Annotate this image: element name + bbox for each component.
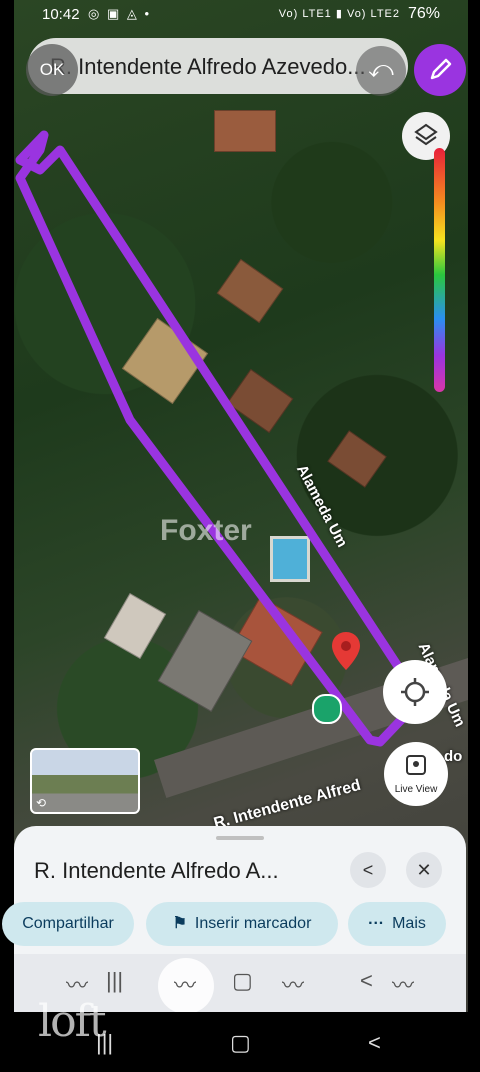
battery-level: 76% [407,5,440,22]
place-marker-icon[interactable] [312,694,342,724]
back-button[interactable]: < [368,1030,381,1056]
screen: Foxter Alameda Um Alameda Um R. Intenden… [0,0,480,1072]
street-view-thumbnail[interactable]: ⟲ [30,748,140,814]
clock: 10:42 [42,6,80,23]
close-button[interactable]: ✕ [406,852,442,888]
more-icon: ··· [368,915,385,932]
share-icon: < [362,860,374,880]
edit-button[interactable] [414,44,466,96]
pencil-icon [430,58,452,80]
chip-label: Mais [392,915,426,932]
home-button[interactable]: ▢ [230,1030,251,1056]
live-view-button[interactable]: Live View [384,742,448,806]
chip-label: Inserir marcador [194,915,312,932]
more-chip[interactable]: ··· Mais [348,902,446,946]
chip-label: Compartilhar [22,915,114,932]
share-button[interactable]: < [350,852,386,888]
place-bottom-sheet[interactable]: R. Intendente Alfredo A... < ✕ Compartil… [2,826,466,1014]
location-pin-icon[interactable] [332,632,360,670]
back-icon[interactable]: < [360,968,373,994]
flag-icon: ⚑ [172,915,187,932]
live-view-icon [406,755,426,775]
undo-icon: ⤺ [368,56,394,83]
loft-logo: loft [38,996,107,1047]
ok-button[interactable]: OK [26,44,78,96]
status-bar: 10:42 ◎ ▣ ◬ • Vo) LTE1 ▮ Vo) LTE2 76% [0,0,480,32]
rotate-360-icon: ⟲ [36,796,47,810]
recent-apps-icon[interactable]: ||| [106,968,123,994]
close-icon: ✕ [416,860,432,880]
drag-handle[interactable] [216,836,264,840]
signal-icon: Vo) LTE1 ▮ Vo) LTE2 [278,8,400,20]
share-chip[interactable]: Compartilhar [2,902,134,946]
squiggle-icon: 〰 [282,973,305,998]
live-view-label: Live View [394,784,438,795]
watermark: Foxter [160,514,252,547]
color-picker-slider[interactable] [434,148,445,392]
crosshair-icon [401,678,429,706]
search-query[interactable]: R. Intendente Alfredo Azevedo... [50,54,392,80]
insert-marker-chip[interactable]: ⚑ Inserir marcador [146,902,338,946]
notification-icons: ◎ ▣ ◬ • [88,6,152,21]
search-bar[interactable]: R. Intendente Alfredo Azevedo... [28,38,408,94]
squiggle-icon: 〰 [174,973,197,998]
squiggle-icon: 〰 [392,973,415,998]
my-location-button[interactable] [383,660,447,724]
place-title: R. Intendente Alfredo A... [34,858,279,883]
home-icon[interactable]: ▢ [232,968,253,994]
undo-button[interactable]: ⤺ [356,46,406,96]
